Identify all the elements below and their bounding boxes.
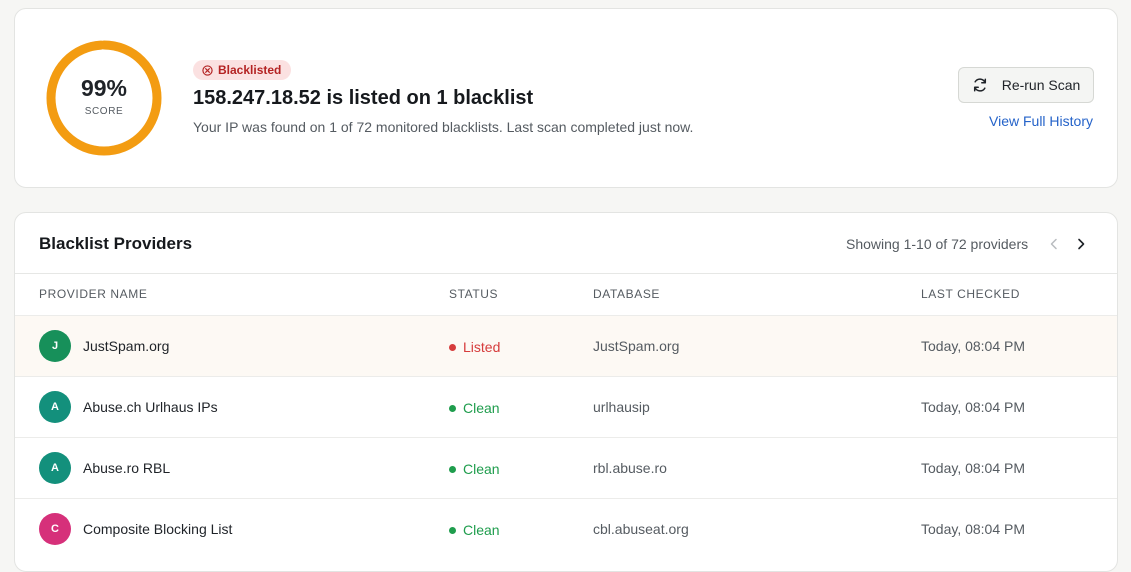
status-text: Clean xyxy=(463,400,500,416)
column-header-database[interactable]: DATABASE xyxy=(593,287,660,301)
view-full-history-link[interactable]: View Full History xyxy=(989,113,1093,129)
status-text: Clean xyxy=(463,461,500,477)
score-value: 99% xyxy=(80,75,128,101)
provider-name: JustSpam.org xyxy=(83,338,170,354)
database-name: urlhausip xyxy=(593,399,650,415)
last-checked: Today, 08:04 PM xyxy=(921,521,1026,537)
refresh-icon xyxy=(973,78,986,92)
table-row[interactable]: A Abuse.ch Urlhaus IPs Clean urlhausip T… xyxy=(15,376,1117,437)
database-name: rbl.abuse.ro xyxy=(593,460,667,476)
x-circle-icon xyxy=(202,64,213,76)
score-label: SCORE xyxy=(84,106,124,117)
last-checked: Today, 08:04 PM xyxy=(921,399,1026,415)
status-indicator: Clean xyxy=(449,461,500,477)
column-header-status[interactable]: STATUS xyxy=(449,287,498,301)
database-name: JustSpam.org xyxy=(593,338,680,354)
avatar: J xyxy=(39,330,71,362)
status-indicator: Clean xyxy=(449,522,500,538)
avatar: A xyxy=(39,391,71,423)
database-name: cbl.abuseat.org xyxy=(593,521,689,537)
table-row[interactable]: J JustSpam.org Listed JustSpam.org Today… xyxy=(15,315,1117,376)
scan-description: Your IP was found on 1 of 72 monitored b… xyxy=(193,119,694,135)
column-header-last-checked[interactable]: LAST CHECKED xyxy=(921,287,1020,301)
table-row[interactable]: A Abuse.ro RBL Clean rbl.abuse.ro Today,… xyxy=(15,437,1117,498)
status-text: Clean xyxy=(463,522,500,538)
status-text: Listed xyxy=(463,339,501,355)
status-badge-label: Blacklisted xyxy=(218,63,282,77)
status-dot-icon xyxy=(449,404,456,412)
status-badge: Blacklisted xyxy=(193,60,292,80)
providers-header: Blacklist Providers Showing 1-10 of 72 p… xyxy=(15,213,1117,274)
pagination-summary: Showing 1-10 of 72 providers xyxy=(846,236,1029,252)
chevron-right-icon xyxy=(1078,238,1085,250)
blacklist-providers-card: Blacklist Providers Showing 1-10 of 72 p… xyxy=(14,212,1118,572)
rerun-scan-label: Re-run Scan xyxy=(1001,77,1081,93)
scan-summary-card: 99% SCORE Blacklisted 158.247.18.52 is l… xyxy=(14,8,1118,188)
status-dot-icon xyxy=(449,343,456,351)
providers-title: Blacklist Providers xyxy=(39,234,193,253)
avatar: A xyxy=(39,452,71,484)
provider-name: Composite Blocking List xyxy=(83,521,233,537)
table-row[interactable]: C Composite Blocking List Clean cbl.abus… xyxy=(15,498,1117,559)
next-page-button[interactable] xyxy=(1070,233,1092,255)
chevron-left-icon xyxy=(1050,238,1057,250)
status-dot-icon xyxy=(449,526,456,534)
avatar: C xyxy=(39,513,71,545)
score-ring: 99% SCORE xyxy=(45,39,163,157)
page-title: 158.247.18.52 is listed on 1 blacklist xyxy=(193,87,534,109)
last-checked: Today, 08:04 PM xyxy=(921,338,1026,354)
rerun-scan-button[interactable]: Re-run Scan xyxy=(958,67,1094,103)
provider-name: Abuse.ch Urlhaus IPs xyxy=(83,399,218,415)
last-checked: Today, 08:04 PM xyxy=(921,460,1026,476)
column-header-provider-name[interactable]: PROVIDER NAME xyxy=(39,287,147,301)
status-indicator: Clean xyxy=(449,400,500,416)
status-dot-icon xyxy=(449,465,456,473)
provider-name: Abuse.ro RBL xyxy=(83,460,171,476)
status-indicator: Listed xyxy=(449,339,500,355)
previous-page-button[interactable] xyxy=(1043,233,1065,255)
